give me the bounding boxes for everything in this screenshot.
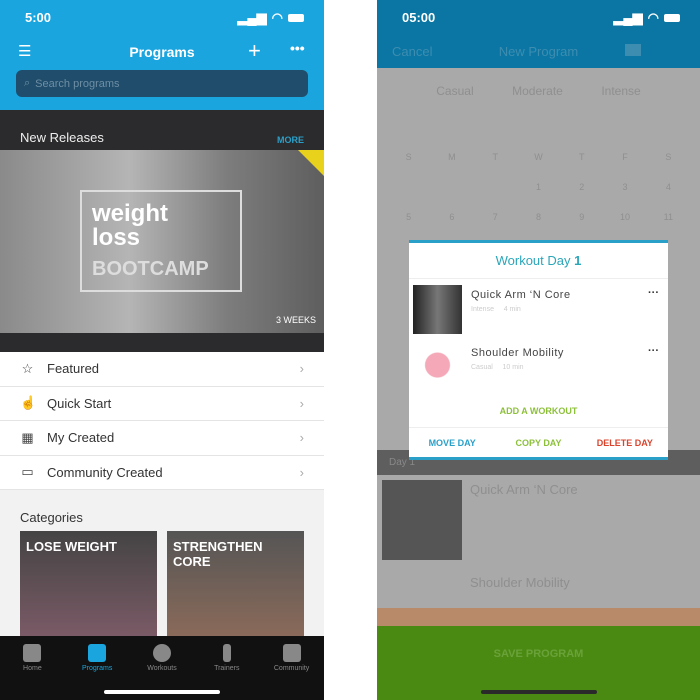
menu-list: ☆ Featured › ☝ Quick Start › ▦ My Created › ▭ C… [0,352,324,490]
category-lose-weight[interactable]: LOSE WEIGHT [20,531,157,636]
add-workout-button[interactable]: ADD A WORKOUT [409,406,668,416]
menu-item-my-created[interactable]: ▦ My Created › [0,421,324,456]
chevron-right-icon: › [299,430,304,446]
calendar-row: SMTWTFS [387,152,690,182]
new-program-screen: 05:00 ▂▄▆ ◠ Cancel New Program Casual Mode… [377,0,700,700]
page-title: Programs [129,44,195,60]
menu-item-featured[interactable]: ☆ Featured › [0,352,324,387]
home-indicator [104,690,220,694]
status-time: 05:00 [402,10,436,25]
image-icon[interactable] [625,44,641,56]
add-icon[interactable]: + [248,38,261,64]
calendar-icon: ▦ [21,429,34,445]
calendar-row: 5 6 7 8 9 10 11 [387,212,690,242]
chat-icon: ▭ [21,464,34,480]
search-input[interactable]: ⌕ Search programs [16,70,308,97]
signal-icon: ▂▄▆ [613,9,643,25]
calendar-cell[interactable] [430,182,473,212]
calendar: S M T W T F S 1 2 3 4 5 6 7 8 9 10 11 [387,152,690,242]
calendar-icon [88,644,107,662]
calendar-cell[interactable]: 10 [603,212,646,242]
calendar-cell[interactable]: 3 [603,182,646,212]
tab-home[interactable]: Home [2,644,62,700]
workout-thumbnail [413,285,462,334]
menu-item-quick-start[interactable]: ☝ Quick Start › [0,387,324,421]
calendar-cell: S [405,152,412,162]
tab-community[interactable]: Community [262,644,322,700]
calendar-cell[interactable]: 7 [474,212,517,242]
calendar-cell: W [534,152,543,162]
featured-banner[interactable]: weight loss BOOTCAMP 3 WEEKS [0,150,324,333]
calendar-cell: T [492,152,498,162]
calendar-row: 1234 [387,182,690,212]
header: 05:00 ▂▄▆ ◠ Cancel New Program [377,0,700,68]
workout-item[interactable]: Shoulder Mobility Casual 10 min ··· [413,343,663,393]
calendar-cell[interactable]: 9 [560,212,603,242]
calendar-cell[interactable]: 2 [560,182,603,212]
workout-item[interactable]: Quick Arm ‘N Core Intense 4 min ··· [413,285,663,335]
star-icon: ☆ [21,360,34,376]
more-link[interactable]: MORE [277,135,304,145]
chevron-right-icon: › [299,361,304,377]
calendar-cell[interactable]: 4 [647,182,690,212]
runner-icon [222,644,231,662]
new-releases-header: New Releases MORE [0,110,324,150]
more-icon[interactable]: ··· [648,345,659,357]
wifi-icon: ◠ [647,9,659,25]
move-day-button[interactable]: MOVE DAY [409,438,495,448]
workout-thumbnail [413,343,462,392]
hand-icon: ☝ [20,395,37,411]
intensity-selector[interactable]: Casual Moderate Intense [377,84,700,98]
category-strengthen-core[interactable]: STRENGTHEN CORE [167,531,304,636]
workout-thumbnail [382,480,462,560]
header: 5:00 ▂▄▆ ◠ ☰ Programs + ••• ⌕ Search progr… [0,0,324,110]
save-program-button[interactable]: SAVE PROGRAM [377,626,700,700]
workout-day-modal: Workout Day 1 Quick Arm ‘N Core Intense … [409,240,668,460]
calendar-cell[interactable]: 11 [647,212,690,242]
calendar-cell: M [448,152,456,162]
categories-title: Categories [20,510,83,525]
calendar-cell: S [665,152,672,162]
calendar-cell: T [579,152,585,162]
banner-duration: 3 WEEKS [275,315,316,325]
new-badge [298,150,324,176]
programs-screen: 5:00 ▂▄▆ ◠ ☰ Programs + ••• ⌕ Search progr… [0,0,324,700]
calendar-cell: F [622,152,628,162]
calendar-cell[interactable]: 5 [387,212,430,242]
stopwatch-icon [152,644,171,662]
wifi-icon: ◠ [271,9,283,25]
search-icon: ⌕ [24,77,31,89]
banner-logo: weight loss BOOTCAMP [80,190,242,292]
tab-bar: Home Programs Workouts Trainers Communit… [0,636,324,700]
home-indicator [480,690,597,694]
status-time: 5:00 [25,10,52,25]
more-icon[interactable]: ··· [648,287,659,299]
chat-icon [282,644,301,662]
page-title: New Program [498,44,579,59]
home-icon [23,644,42,662]
calendar-cell[interactable]: 6 [430,212,473,242]
chevron-right-icon: › [299,395,304,411]
calendar-cell[interactable] [474,182,517,212]
chevron-right-icon: › [299,464,304,480]
battery-icon [288,13,304,22]
delete-day-button[interactable]: DELETE DAY [582,438,668,448]
menu-item-community-created[interactable]: ▭ Community Created › [0,456,324,490]
signal-icon: ▂▄▆ [237,9,267,25]
more-icon[interactable]: ••• [290,40,305,56]
modal-title: Workout Day 1 [409,243,668,279]
calendar-cell[interactable]: 8 [517,212,560,242]
calendar-cell[interactable] [387,182,430,212]
calendar-cell[interactable]: 1 [517,182,560,212]
battery-icon [664,13,680,22]
copy-day-button[interactable]: COPY DAY [495,438,581,448]
